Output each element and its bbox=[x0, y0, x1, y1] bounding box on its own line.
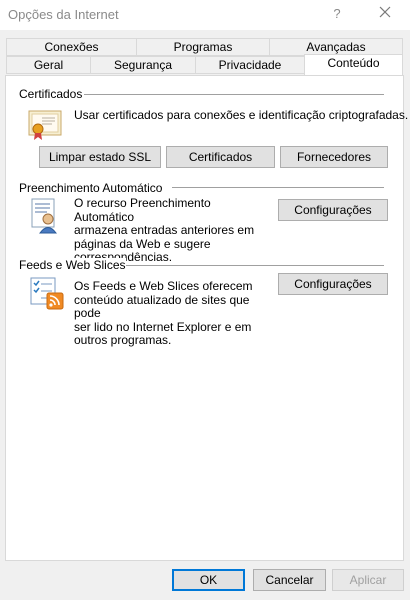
feeds-description: Os Feeds e Web Slices oferecem conteúdo … bbox=[74, 279, 274, 348]
tab-conteudo[interactable]: Conteúdo bbox=[304, 54, 403, 75]
certificates-button[interactable]: Certificados bbox=[166, 146, 275, 168]
certificates-description: Usar certificados para conexões e identi… bbox=[74, 108, 409, 122]
certificates-heading: Certificados bbox=[19, 87, 83, 101]
feeds-heading: Feeds e Web Slices bbox=[19, 258, 126, 272]
clear-ssl-state-button[interactable]: Limpar estado SSL bbox=[39, 146, 161, 168]
window-title: Opções da Internet bbox=[8, 7, 119, 22]
autocomplete-description: O recurso Preenchimento Automático armaz… bbox=[74, 196, 264, 265]
autocomplete-description-line: O recurso Preenchimento Automático bbox=[74, 196, 211, 224]
feeds-description-line: Os Feeds e Web Slices oferecem bbox=[74, 279, 253, 293]
title-bar: Opções da Internet ? bbox=[0, 0, 410, 30]
tab-privacidade[interactable]: Privacidade bbox=[195, 56, 305, 74]
tab-programas[interactable]: Programas bbox=[136, 38, 270, 56]
tab-seguranca[interactable]: Segurança bbox=[90, 56, 196, 74]
ok-button[interactable]: OK bbox=[172, 569, 245, 591]
apply-button[interactable]: Aplicar bbox=[332, 569, 404, 591]
autocomplete-description-line: armazena entradas anteriores em bbox=[74, 223, 255, 237]
tab-geral[interactable]: Geral bbox=[6, 56, 91, 74]
feeds-settings-button[interactable]: Configurações bbox=[278, 273, 388, 295]
autocomplete-description-line: páginas da Web e sugere bbox=[74, 236, 211, 251]
feeds-description-line: ser lido no Internet Explorer e em bbox=[74, 319, 252, 334]
cancel-button[interactable]: Cancelar bbox=[253, 569, 326, 591]
close-icon bbox=[379, 6, 391, 18]
close-button[interactable] bbox=[372, 3, 398, 25]
publishers-button[interactable]: Fornecedores bbox=[280, 146, 388, 168]
help-button[interactable]: ? bbox=[326, 3, 348, 25]
certificate-icon bbox=[28, 109, 62, 144]
autocomplete-divider bbox=[172, 187, 384, 188]
autocomplete-heading: Preenchimento Automático bbox=[19, 181, 163, 195]
feeds-icon bbox=[30, 277, 66, 314]
feeds-divider bbox=[120, 265, 384, 266]
certificates-divider bbox=[84, 94, 384, 95]
tab-conexoes[interactable]: Conexões bbox=[6, 38, 137, 56]
autocomplete-settings-button[interactable]: Configurações bbox=[278, 199, 388, 221]
autocomplete-icon bbox=[29, 198, 63, 237]
feeds-description-line: outros programas. bbox=[74, 333, 172, 347]
feeds-description-line: conteúdo atualizado de sites que pode bbox=[74, 292, 250, 320]
